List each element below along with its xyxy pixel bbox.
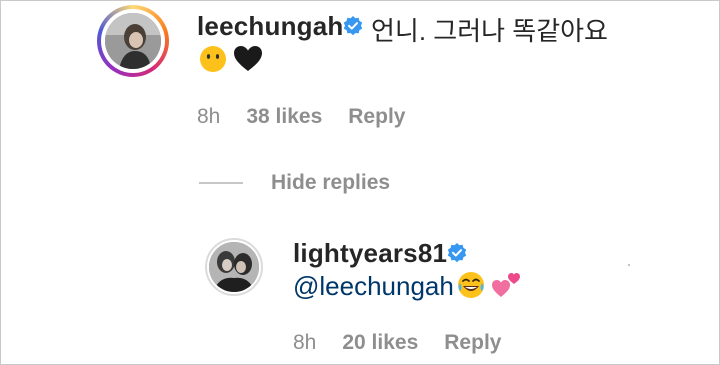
comment-reply-button[interactable]: Reply — [348, 105, 405, 129]
comment-avatar[interactable] — [97, 5, 169, 77]
reply-reply-button[interactable]: Reply — [444, 331, 501, 355]
comment-thread: leechungah 언니. 그러나 똑같아요 8h 38 likes Repl… — [0, 0, 720, 365]
comment-username[interactable]: leechungah — [197, 11, 343, 42]
stray-dot — [628, 264, 630, 266]
verified-badge-icon — [343, 16, 363, 36]
comment-likes[interactable]: 38 likes — [246, 105, 322, 129]
avatar-photo — [105, 13, 161, 69]
reply-avatar[interactable] — [205, 238, 263, 296]
hide-replies-button[interactable]: Hide replies — [271, 171, 390, 195]
comment-text: 언니. 그러나 똑같아요 — [371, 16, 608, 46]
comment-time: 8h — [197, 105, 221, 128]
comment-meta: 8h 38 likes Reply — [197, 105, 405, 129]
reply-meta: 8h 20 likes Reply — [293, 331, 501, 355]
black-heart-icon — [234, 46, 262, 71]
reply-mention-link[interactable]: @leechungah — [293, 271, 454, 302]
tears-of-joy-icon — [458, 272, 484, 298]
reply-username[interactable]: lightyears81 — [293, 238, 447, 269]
hushed-face-icon — [200, 46, 226, 72]
verified-badge-icon — [447, 243, 467, 263]
two-hearts-icon — [492, 273, 520, 297]
avatar-photo — [209, 242, 259, 292]
replies-divider — [199, 182, 243, 184]
reply-time: 8h — [293, 331, 317, 354]
reply-likes[interactable]: 20 likes — [342, 331, 418, 355]
